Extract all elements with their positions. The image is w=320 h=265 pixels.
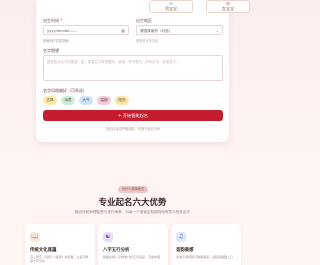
- style-label: 名字风格偏好（可多选）: [43, 88, 87, 93]
- expectation-label: 名字期望: [43, 48, 59, 53]
- section-subtitle: 融合传统命理智慧与现代审美，为每一个宝宝定制独特而有意义的好名字: [75, 210, 190, 214]
- style-chip-gufeng[interactable]: 古风: [43, 96, 57, 105]
- feature-title: 八字五行分析: [103, 248, 130, 253]
- why-us-badge: 为什么选择我们: [118, 186, 148, 193]
- birth-time-input[interactable]: yyyy/mm/dd --:-- ▦: [43, 25, 129, 35]
- bagua-icon: ☯: [103, 232, 113, 242]
- section-title: 专业起名六大优势: [98, 198, 167, 208]
- start-naming-button[interactable]: ✦ 开始智能起名: [43, 110, 223, 121]
- girl-icon: [226, 2, 230, 5]
- style-chip-wenwan[interactable]: 温婉: [97, 96, 111, 105]
- birth-place-hint: 影响五行与方位: [136, 39, 159, 43]
- expectation-textarea[interactable]: 描述您对名字的期望，如：希望名字寓意聪明、健康、有书卷气、好听好记、易读易写..…: [43, 55, 223, 81]
- feature-desc: 深入研究《诗经》《楚辞》等经典，让名字承载千年文化: [30, 255, 89, 263]
- feature-title: 音韵美感: [176, 248, 194, 253]
- birth-time-hint: 精确到时辰更准确: [43, 39, 69, 43]
- birth-place-label: 出生地区: [136, 18, 152, 23]
- style-chip-shiyi[interactable]: 诗意: [61, 96, 75, 105]
- sparkle-icon: ✦: [118, 113, 122, 118]
- music-icon: ♫: [176, 232, 186, 242]
- feature-card-culture: 📖 传统文化底蕴 深入研究《诗经》《楚辞》等经典，让名字承载千年文化: [25, 224, 95, 265]
- feature-title: 传统文化底蕴: [30, 248, 57, 253]
- feature-desc: 根据生辰八字精准分析五行喜忌，平衡命理: [103, 255, 161, 259]
- boy-icon: [169, 2, 173, 5]
- feature-card-bazi: ☯ 八字五行分析 根据生辰八字精准分析五行喜忌，平衡命理: [98, 224, 168, 265]
- chevron-down-icon: ⌄: [215, 28, 219, 33]
- calendar-icon: ▦: [121, 28, 125, 33]
- style-chip-daqi[interactable]: 大气: [79, 96, 93, 105]
- birth-place-select[interactable]: 请选择省份（可选） ⌄: [136, 25, 223, 35]
- feature-desc: 注重声调搭配与韵律美感，读起来朗朗上口: [176, 255, 234, 259]
- privacy-note: 您的信息将严格保密，仅用于起名分析: [105, 127, 161, 131]
- style-chip-yangguang[interactable]: 阳光: [115, 96, 129, 105]
- girl-option[interactable]: 女宝宝: [206, 0, 250, 13]
- boy-option[interactable]: 男宝宝: [149, 0, 193, 13]
- birth-time-label: 出生时间 *: [43, 18, 63, 23]
- feature-card-phonetics: ♫ 音韵美感 注重声调搭配与韵律美感，读起来朗朗上口: [171, 224, 241, 265]
- book-icon: 📖: [30, 232, 40, 242]
